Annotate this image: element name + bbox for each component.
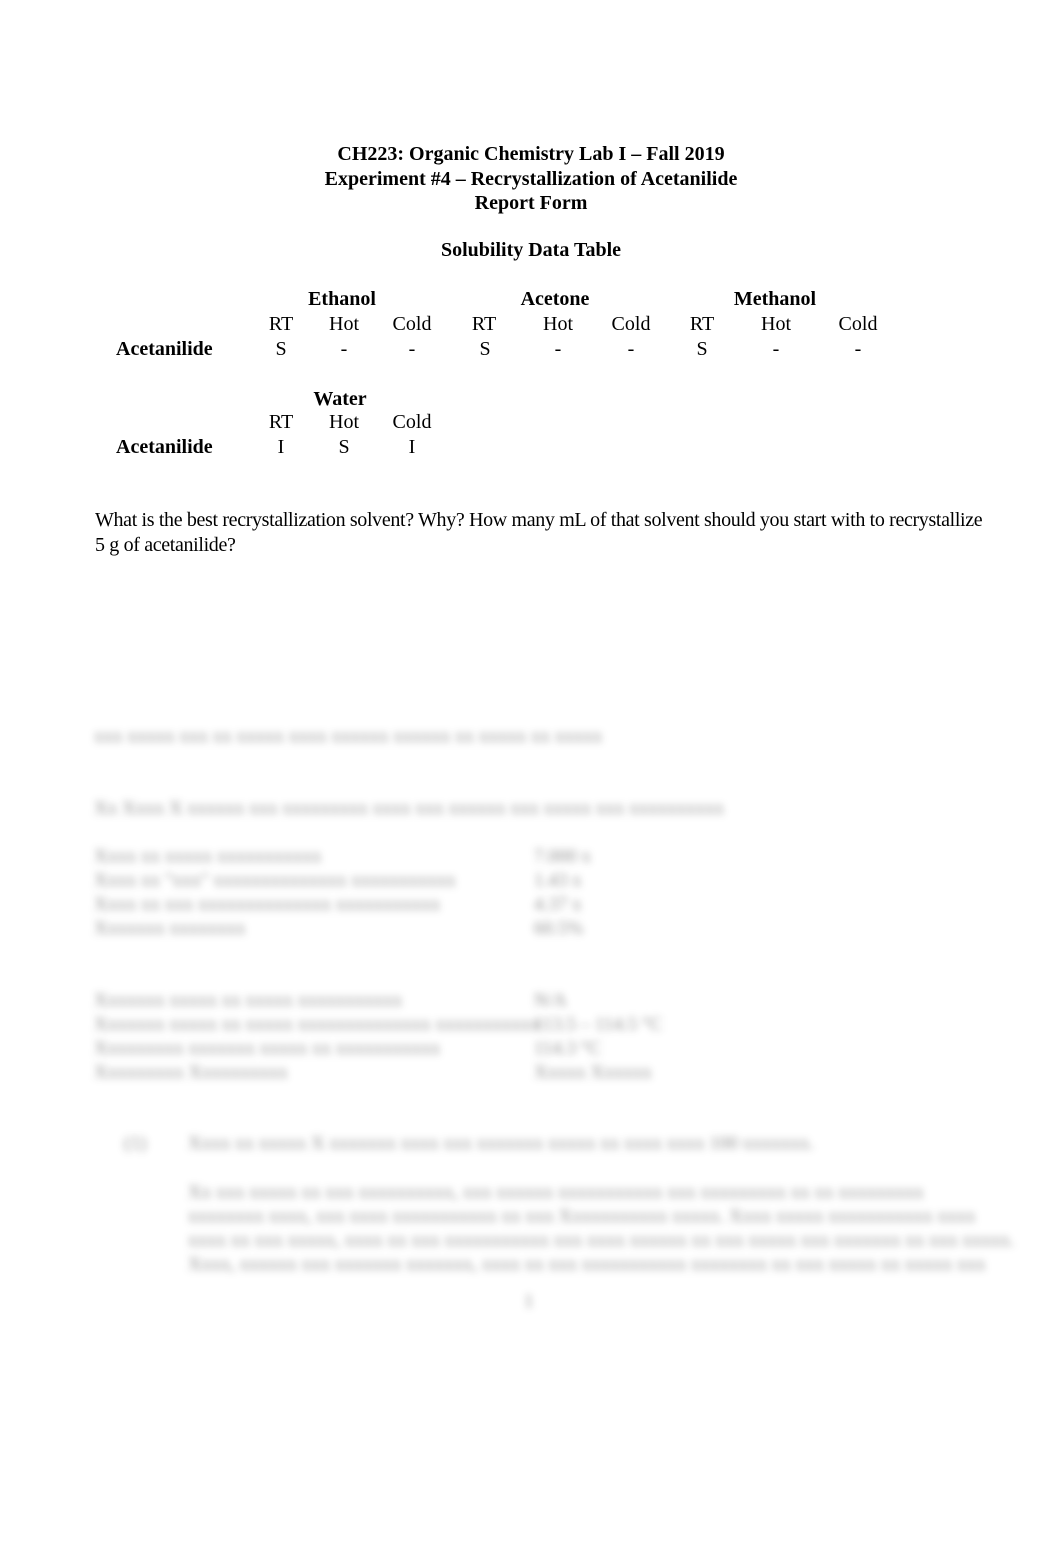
blurred-preview: xxx xxxxx xxx xx xxxxx xxxx xxxxxx xxxxx… <box>88 725 1015 1325</box>
blurred-line: xxxxxxxx xxxx, xxx xxxx xxxxxxxxxxx xx x… <box>188 1206 976 1227</box>
solvent-header-acetone: Acetone <box>520 288 590 310</box>
table-cell: S <box>275 338 287 360</box>
document-header: CH223: Organic Chemistry Lab I – Fall 20… <box>0 142 1062 216</box>
blurred-line: Xxxxxxx xxxxx xx xxxxx xxxxxxxxxxx <box>94 990 403 1011</box>
blurred-value: 7.000 x <box>534 846 591 867</box>
column-header: RT <box>268 313 294 335</box>
blurred-line: Xxxx xx xxxxx X xxxxxxx xxxx xxx xxxxxxx… <box>188 1133 814 1154</box>
column-header: Cold <box>838 313 878 335</box>
table-cell: - <box>627 338 635 360</box>
solubility-table-title: Solubility Data Table <box>440 239 622 261</box>
blurred-line: Xxxx, xxxxxx xxx xxxxxxx xxxxxxx, xxxx x… <box>188 1254 986 1275</box>
table-cell: S <box>338 436 350 458</box>
blurred-value: 114.3 °C <box>534 1038 602 1059</box>
column-header: RT <box>689 313 715 335</box>
blurred-line: (1) <box>124 1133 147 1154</box>
blurred-line: xxxx xx xxx xxxxx, xxxx xx xxx xxxxxxxxx… <box>188 1230 1015 1251</box>
row-label-acetanilide: Acetanilide <box>116 436 213 458</box>
course-title: CH223: Organic Chemistry Lab I – Fall 20… <box>337 143 725 165</box>
table-cell: I <box>277 436 285 458</box>
column-header: Hot <box>329 411 359 433</box>
table-cell: S <box>479 338 491 360</box>
blurred-line: Xxxx xx xxx xxxxxxxxxxxxxx xxxxxxxxxxx <box>94 894 441 915</box>
table-cell: S <box>696 338 708 360</box>
blurred-value: 113.5 – 114.5 °C <box>534 1014 663 1035</box>
table-cell: - <box>408 338 416 360</box>
column-header: RT <box>471 313 497 335</box>
row-label-acetanilide: Acetanilide <box>116 338 213 360</box>
blurred-value: Xxxxx Xxxxxx <box>534 1062 652 1083</box>
solvent-header-ethanol: Ethanol <box>308 288 376 310</box>
form-title: Report Form <box>474 192 588 214</box>
blurred-line: Xxxxxxx xxxxxxxx <box>94 918 246 939</box>
blurred-line: Xx Xxxx X xxxxxx xxx xxxxxxxxx xxxx xxx … <box>94 798 725 819</box>
blurred-value: 1.43 x <box>534 870 582 891</box>
table-cell: - <box>854 338 862 360</box>
solvent-header-methanol: Methanol <box>733 288 817 310</box>
blurred-line: Xxxx xx xxxxx xxxxxxxxxxx <box>94 846 322 867</box>
table-cell: I <box>408 436 416 458</box>
solvent-header-water: Water <box>313 388 367 410</box>
blurred-line: Xxxxxxxxx Xxxxxxxxxx <box>94 1062 288 1083</box>
blurred-value: 4.37 x <box>534 894 582 915</box>
blurred-value: 60.5% <box>534 918 584 939</box>
column-header: Cold <box>392 313 432 335</box>
blurred-line: Xx xxx xxxxx xx xxx xxxxxxxxxx, xxx xxxx… <box>188 1182 924 1203</box>
column-header: Cold <box>392 411 432 433</box>
page-number: 1 <box>524 1291 534 1312</box>
blurred-line: Xxxxxxx xxxxx xx xxxxx xxxxxxxxxxxxxx xx… <box>94 1014 540 1035</box>
column-header: Hot <box>543 313 573 335</box>
table-cell: - <box>772 338 780 360</box>
blurred-line: Xxxxxxxxx xxxxxxx xxxxx xx xxxxxxxxxxx <box>94 1038 441 1059</box>
question-text: What is the best recrystallization solve… <box>95 509 983 556</box>
column-header: Cold <box>611 313 651 335</box>
blurred-line: Xxxx xx "xxx" xxxxxxxxxxxxxx xxxxxxxxxxx <box>94 870 456 891</box>
column-header: Hot <box>761 313 791 335</box>
experiment-title: Experiment #4 – Recrystallization of Ace… <box>324 167 738 190</box>
column-header: Hot <box>329 313 359 335</box>
table-cell: - <box>554 338 562 360</box>
blurred-line: xxx xxxxx xxx xx xxxxx xxxx xxxxxx xxxxx… <box>94 726 603 747</box>
column-header: RT <box>268 411 294 433</box>
blurred-value: N/A <box>534 990 567 1011</box>
table-cell: - <box>340 338 348 360</box>
